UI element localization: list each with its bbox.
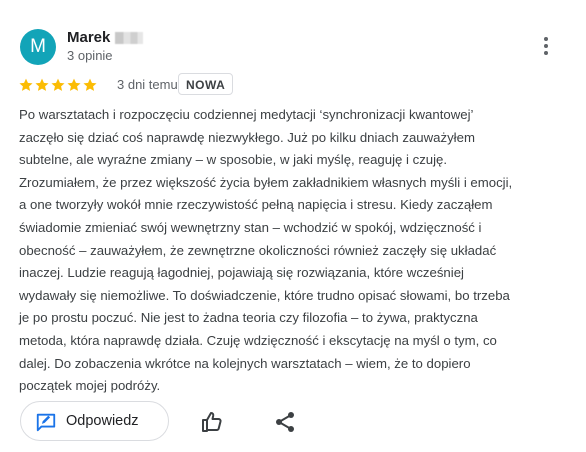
star-rating (18, 77, 98, 93)
author-name-link[interactable]: Marek (67, 29, 144, 46)
star-icon (19, 78, 33, 91)
thumb-up-icon (202, 412, 222, 432)
more-options-button[interactable] (534, 34, 558, 58)
review-text: Po warsztatach i rozpoczęciu codziennej … (19, 107, 513, 394)
new-badge: NOWA (178, 73, 234, 95)
reply-button[interactable]: Odpowiedz (20, 401, 169, 441)
avatar[interactable]: M (20, 29, 56, 65)
share-icon (276, 412, 294, 432)
star-icon (51, 78, 65, 91)
star-icon (35, 78, 49, 91)
more-vert-icon (544, 37, 548, 55)
author-review-count: 3 opinie (67, 48, 113, 63)
review-date: 3 dni temu (117, 77, 178, 92)
star-icon (67, 78, 81, 91)
author-name: Marek (67, 29, 111, 46)
redacted-surname (115, 31, 144, 44)
star-icon (83, 78, 97, 91)
like-button[interactable] (200, 410, 224, 434)
reply-edit-icon (36, 413, 56, 432)
share-button[interactable] (273, 410, 297, 434)
reply-label: Odpowiedz (66, 413, 139, 429)
